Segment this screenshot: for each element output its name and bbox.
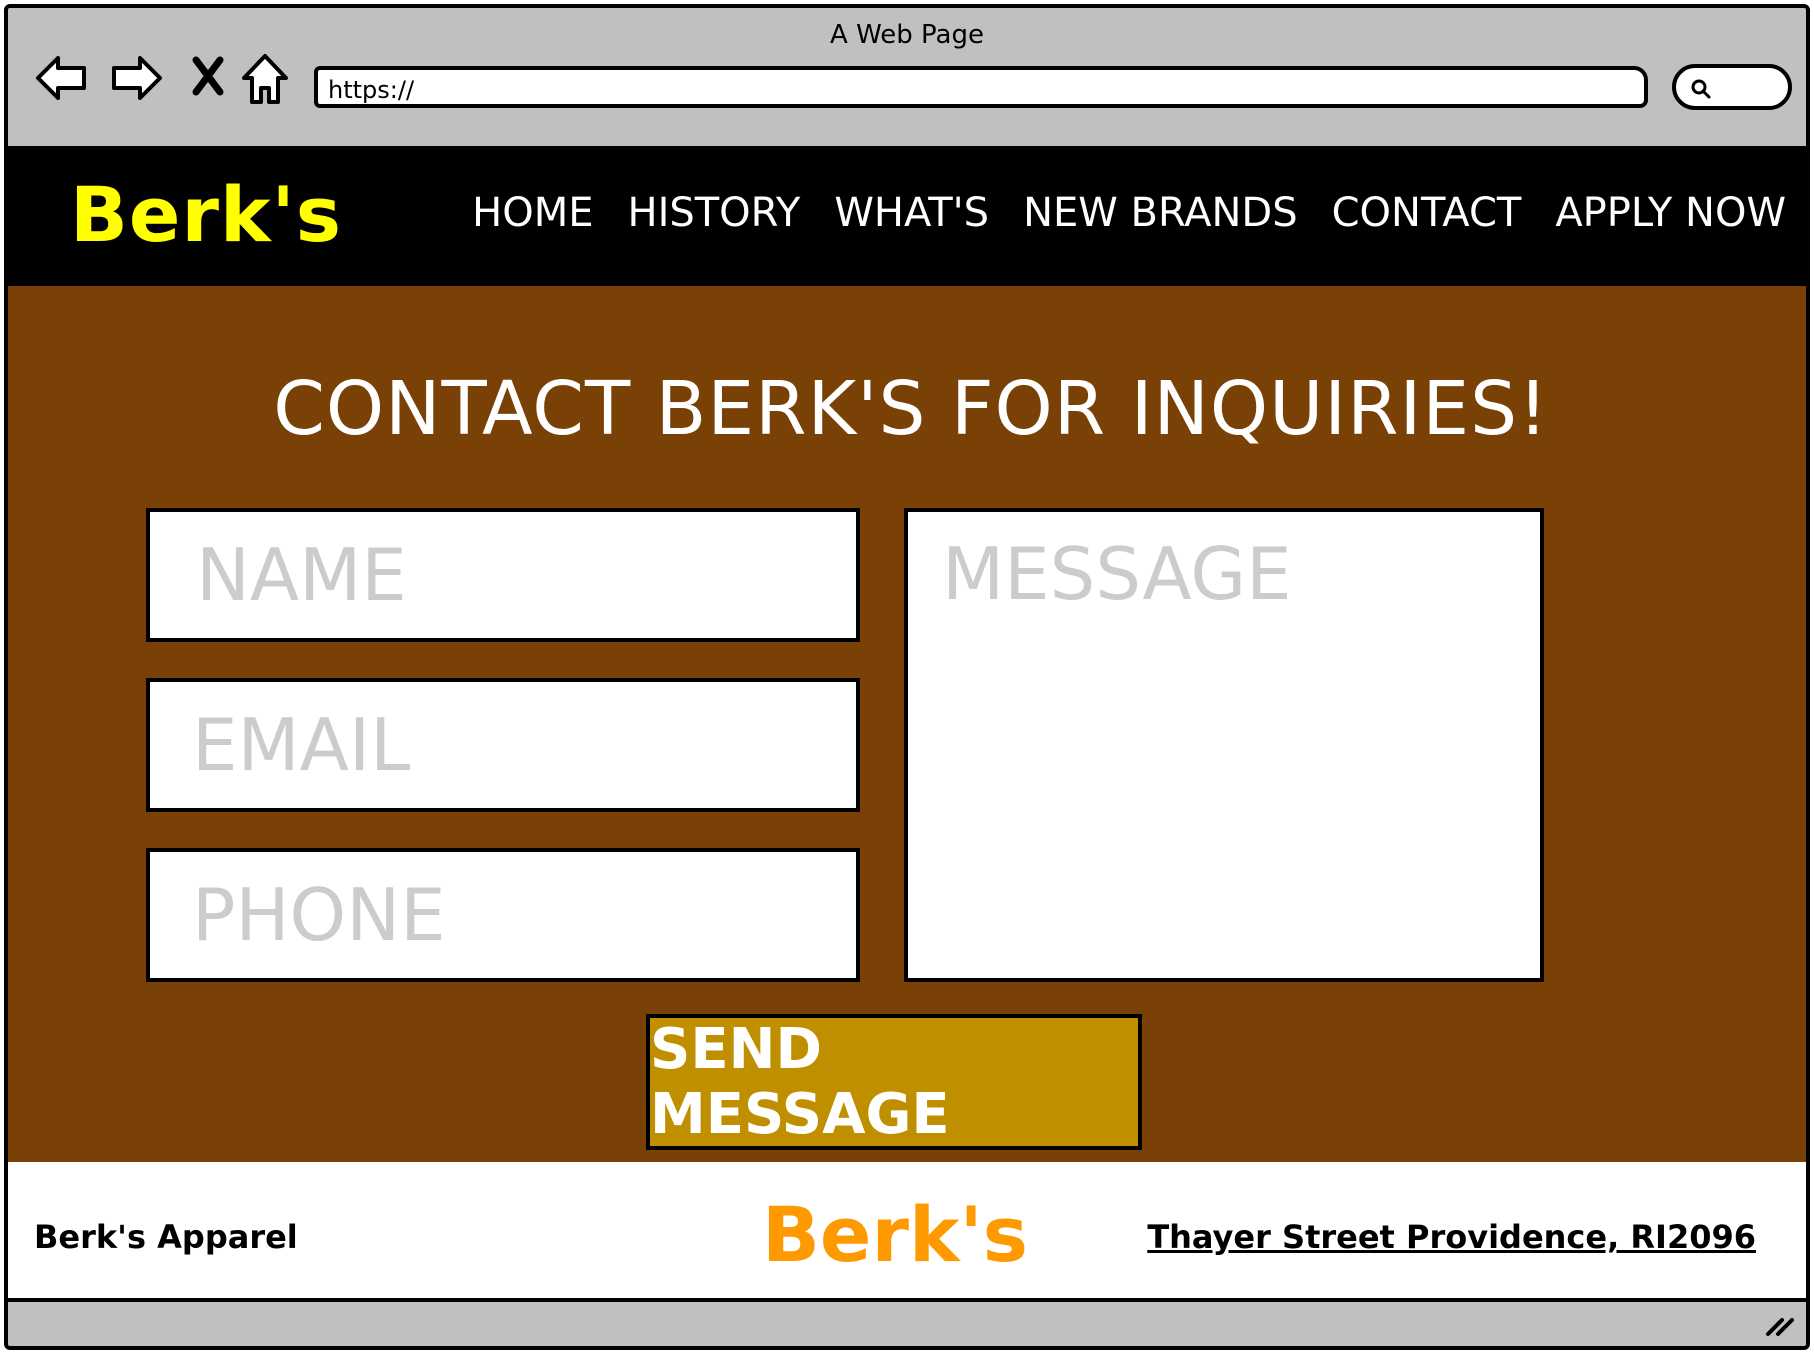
- resize-grip-icon[interactable]: [1764, 1312, 1796, 1338]
- nav-links: HOME HISTORY WHAT'S NEW BRANDS CONTACT A…: [438, 190, 1786, 236]
- nav-link-history[interactable]: HISTORY: [627, 190, 800, 236]
- nav-link-contact[interactable]: CONTACT: [1332, 190, 1522, 236]
- contact-heading: CONTACT BERK'S FOR INQUIRIES!: [273, 366, 1549, 452]
- nav-link-home[interactable]: HOME: [472, 190, 593, 236]
- contact-section: CONTACT BERK'S FOR INQUIRIES! NAME EMAIL…: [8, 286, 1806, 1162]
- footer-brand-logo: Berk's: [762, 1190, 1028, 1279]
- site-navbar: Berk's HOME HISTORY WHAT'S NEW BRANDS CO…: [8, 146, 1806, 286]
- window-title: A Web Page: [830, 20, 984, 50]
- email-placeholder: EMAIL: [192, 703, 411, 787]
- phone-field[interactable]: PHONE: [146, 848, 860, 982]
- browser-search-field[interactable]: [1672, 64, 1792, 110]
- email-field[interactable]: EMAIL: [146, 678, 860, 812]
- search-icon: [1691, 79, 1711, 99]
- nav-link-apply-now[interactable]: APPLY NOW: [1555, 190, 1786, 236]
- footer-address-link[interactable]: Thayer Street Providence, RI2096: [1147, 1218, 1756, 1256]
- stop-icon[interactable]: [188, 52, 228, 100]
- brand-logo[interactable]: Berk's: [70, 170, 342, 259]
- footer-company-name: Berk's Apparel: [34, 1218, 298, 1256]
- name-field[interactable]: NAME: [146, 508, 860, 642]
- name-placeholder: NAME: [196, 533, 407, 617]
- send-message-button[interactable]: SEND MESSAGE: [646, 1014, 1142, 1150]
- url-bar[interactable]: https://: [314, 66, 1648, 108]
- message-textarea[interactable]: MESSAGE: [904, 508, 1544, 982]
- back-arrow-icon[interactable]: [34, 52, 90, 104]
- forward-arrow-icon[interactable]: [108, 52, 164, 104]
- browser-window: A Web Page https:// Berk's HOME HISTORY …: [4, 4, 1810, 1350]
- message-placeholder: MESSAGE: [942, 532, 1292, 616]
- site-footer: Berk's Apparel Berk's Thayer Street Prov…: [8, 1162, 1806, 1302]
- home-icon[interactable]: [238, 52, 292, 106]
- nav-link-whats[interactable]: WHAT'S: [834, 190, 989, 236]
- nav-link-new-brands[interactable]: NEW BRANDS: [1023, 190, 1298, 236]
- phone-placeholder: PHONE: [192, 873, 446, 957]
